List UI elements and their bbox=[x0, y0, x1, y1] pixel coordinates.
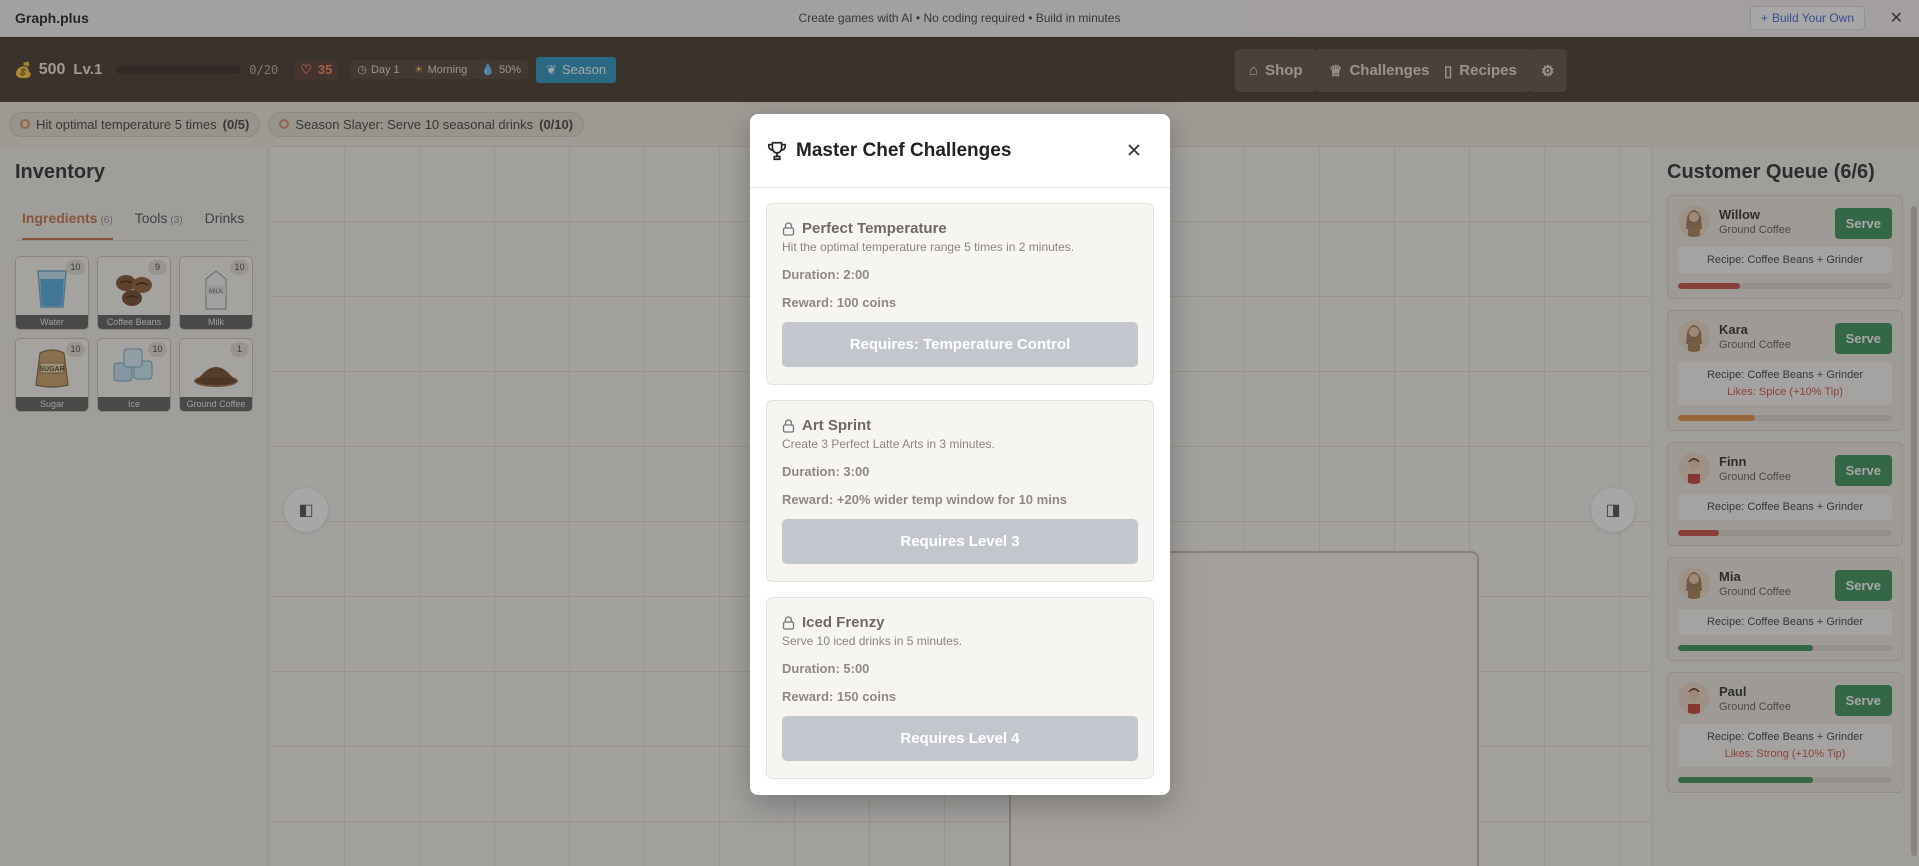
challenge-card: Art Sprint Create 3 Perfect Latte Arts i… bbox=[766, 400, 1154, 582]
challenge-description: Serve 10 iced drinks in 5 minutes. bbox=[782, 634, 963, 648]
challenge-card: Perfect Temperature Hit the optimal temp… bbox=[766, 203, 1154, 385]
trophy-icon bbox=[767, 141, 787, 160]
modal-title: Master Chef Challenges bbox=[796, 139, 1012, 161]
challenge-locked-button[interactable]: Requires Level 3 bbox=[782, 519, 1138, 564]
challenge-reward: Reward: 100 coins bbox=[782, 295, 897, 310]
challenge-locked-button[interactable]: Requires Level 4 bbox=[782, 716, 1138, 761]
close-icon[interactable] bbox=[1124, 140, 1144, 160]
challenge-duration: Duration: 2:00 bbox=[782, 267, 870, 282]
modal-header: Master Chef Challenges bbox=[750, 114, 1170, 188]
challenge-description: Hit the optimal temperature range 5 time… bbox=[782, 240, 1075, 254]
challenges-modal: Master Chef Challenges Perfect Temperatu… bbox=[750, 114, 1170, 795]
challenge-title: Iced Frenzy bbox=[802, 614, 885, 631]
challenge-duration: Duration: 5:00 bbox=[782, 661, 870, 676]
challenge-card: Iced Frenzy Serve 10 iced drinks in 5 mi… bbox=[766, 597, 1154, 779]
challenge-title: Art Sprint bbox=[802, 417, 872, 434]
challenge-reward: Reward: +20% wider temp window for 10 mi… bbox=[782, 492, 1067, 507]
challenge-description: Create 3 Perfect Latte Arts in 3 minutes… bbox=[782, 437, 995, 451]
challenge-title: Perfect Temperature bbox=[802, 220, 947, 237]
challenge-reward: Reward: 150 coins bbox=[782, 689, 897, 704]
lock-icon bbox=[782, 418, 795, 433]
challenge-locked-button[interactable]: Requires: Temperature Control bbox=[782, 322, 1138, 367]
lock-icon bbox=[782, 615, 795, 630]
challenge-duration: Duration: 3:00 bbox=[782, 464, 870, 479]
lock-icon bbox=[782, 221, 795, 236]
